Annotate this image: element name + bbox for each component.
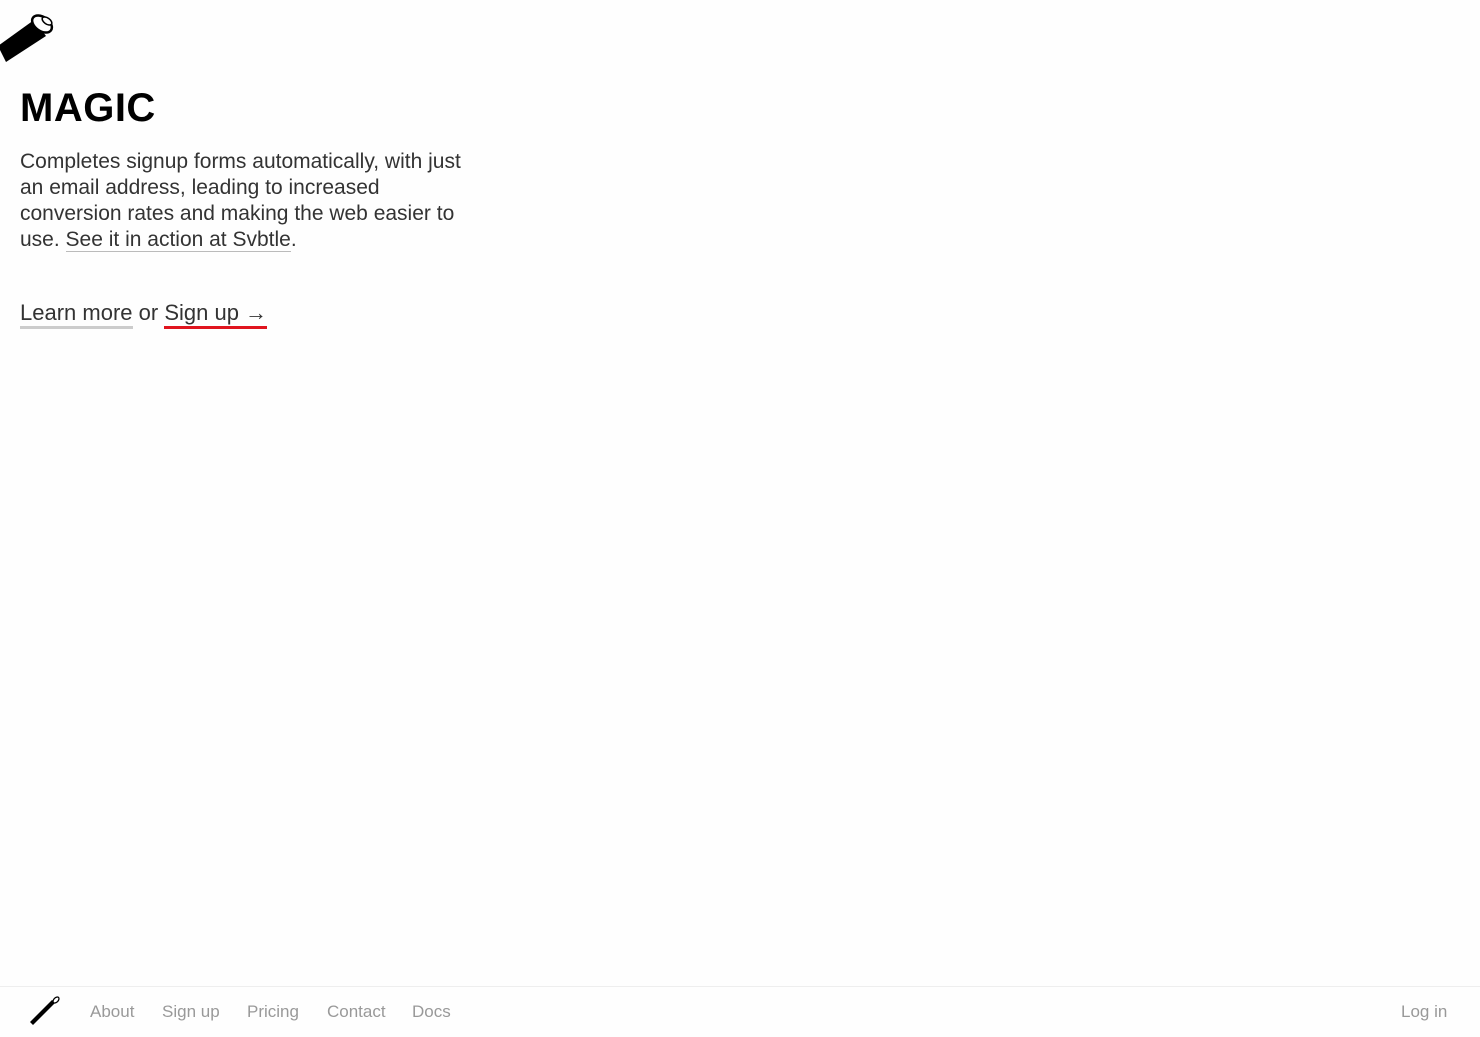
svbtle-demo-link[interactable]: See it in action at Svbtle	[65, 228, 291, 252]
call-to-action: Learn more or Sign up →	[20, 299, 268, 329]
footer-log-in-link[interactable]: Log in	[1401, 1002, 1447, 1022]
page: MAGIC Completes signup forms automatical…	[0, 0, 1480, 1037]
footer: About Sign up Pricing Contact Docs Log i…	[0, 986, 1480, 1037]
learn-more-link[interactable]: Learn more	[20, 300, 133, 329]
footer-nav-sign-up[interactable]: Sign up	[162, 1002, 220, 1022]
footer-nav-contact[interactable]: Contact	[327, 1002, 386, 1022]
footer-magic-wand-icon[interactable]	[29, 994, 61, 1026]
intro-description: Completes signup forms automatically, wi…	[20, 149, 480, 253]
sign-up-link[interactable]: Sign up →	[164, 300, 268, 329]
cta-or-text: or	[138, 300, 159, 325]
page-title: MAGIC	[20, 86, 156, 130]
footer-nav-pricing[interactable]: Pricing	[247, 1002, 299, 1022]
magic-wand-icon	[0, 14, 54, 62]
intro-period: .	[290, 228, 297, 251]
footer-nav-docs[interactable]: Docs	[412, 1002, 451, 1022]
footer-nav-about[interactable]: About	[90, 1002, 134, 1022]
